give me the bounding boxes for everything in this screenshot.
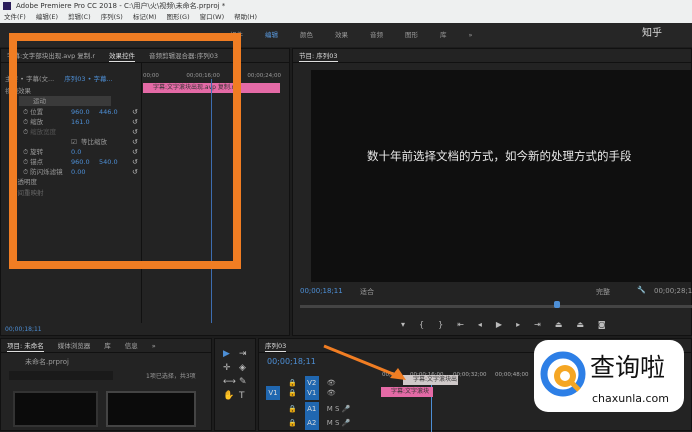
project-search-input[interactable] — [9, 371, 113, 380]
zhihu-watermark: 知乎 — [642, 28, 662, 39]
track-target-v1[interactable]: V1 — [304, 386, 319, 400]
premiere-logo-icon — [3, 2, 11, 10]
arrow-annotation — [323, 344, 406, 380]
ruler-tick: 00;00;32;00 — [453, 372, 487, 378]
tab-media-browser[interactable]: 媒体浏览器 — [58, 339, 91, 352]
highlight-annotation — [9, 33, 241, 269]
marker-icon[interactable]: ▾ — [401, 320, 405, 329]
project-filename: 未命名.prproj — [25, 358, 69, 366]
tab-sequence[interactable]: 序列03 — [265, 339, 287, 352]
step-back-icon[interactable]: ◂ — [478, 320, 482, 329]
play-icon[interactable]: ▶ — [496, 320, 502, 329]
menu-file[interactable]: 文件(F) — [4, 12, 26, 23]
project-panel: 项目: 未命名 媒体浏览器库 信息 » 未命名.prproj 1项已选择，共3项 — [0, 338, 212, 431]
wrench-icon[interactable]: 🔧 — [637, 286, 646, 294]
window-title: Adobe Premiere Pro CC 2018 - C:\用户\火\视频\… — [16, 2, 226, 10]
timeline-clip-v2[interactable]: 字幕:文字滚块出现 — [403, 375, 458, 393]
hand-icon[interactable]: ✋ — [223, 391, 234, 401]
workspace-editing[interactable]: 编辑 — [265, 23, 278, 47]
tab-program[interactable]: 节目: 序列03 — [299, 49, 338, 62]
selection-count: 1项已选择，共3项 — [146, 373, 196, 380]
program-scrubber[interactable] — [300, 305, 692, 308]
selection-tool-icon[interactable]: ▶ — [223, 349, 230, 359]
menu-graphics[interactable]: 图形(G) — [167, 12, 190, 23]
mark-out-icon[interactable]: } — [438, 320, 443, 329]
step-forward-icon[interactable]: ▸ — [516, 320, 520, 329]
menu-window[interactable]: 窗口(W) — [200, 12, 225, 23]
timeline-timecode[interactable]: 00;00;18;11 — [267, 357, 316, 366]
mark-in-icon[interactable]: { — [419, 320, 424, 329]
ruler-tick: 00;00;24;00 — [247, 73, 281, 79]
quality-select[interactable]: 完整 — [596, 287, 610, 297]
watermark-name: 查询啦 — [590, 353, 666, 382]
tools-panel: ▶ ⇥ ✛ ◈ ⟷ ✎ ✋ T — [214, 338, 256, 431]
workspace-graphics[interactable]: 图形 — [405, 23, 418, 47]
menu-edit[interactable]: 编辑(E) — [36, 12, 58, 23]
video-subtitle: 数十年前选择文档的方式，如今新的处理方式的手段 — [367, 149, 632, 163]
watermark-url: chaxunla.com — [592, 392, 669, 405]
slip-icon[interactable]: ⟷ — [223, 377, 236, 387]
effect-timecode[interactable]: 00;00;18;11 — [5, 326, 42, 333]
workspace-color[interactable]: 颜色 — [300, 23, 313, 47]
track-select-icon[interactable]: ⇥ — [239, 349, 247, 359]
camera-icon[interactable]: ◙ — [598, 320, 606, 329]
menu-clip[interactable]: 剪辑(C) — [68, 12, 91, 23]
media-thumbnail[interactable] — [106, 391, 196, 427]
menu-bar: 文件(F) 编辑(E) 剪辑(C) 序列(S) 标记(M) 图形(G) 窗口(W) 帮助(H) — [0, 12, 692, 23]
menu-help[interactable]: 帮助(H) — [234, 12, 257, 23]
program-duration: 00;00;28;1 — [654, 287, 692, 295]
workspace-libraries[interactable]: 库 — [440, 23, 447, 47]
tab-libraries[interactable]: 库 — [104, 339, 111, 352]
workspace-audio[interactable]: 音频 — [370, 23, 383, 47]
title-bar: Adobe Premiere Pro CC 2018 - C:\用户\火\视频\… — [0, 0, 692, 12]
menu-markers[interactable]: 标记(M) — [133, 12, 157, 23]
workspace-more[interactable]: » — [469, 23, 473, 47]
razor-icon[interactable]: ◈ — [239, 363, 246, 373]
program-timecode[interactable]: 00;00;18;11 — [300, 287, 343, 295]
extract-icon[interactable]: ⏏ — [576, 320, 584, 329]
zoom-select[interactable]: 适合 — [360, 287, 374, 297]
chaxunla-logo-icon — [540, 351, 586, 397]
menu-sequence[interactable]: 序列(S) — [101, 12, 123, 23]
timeline-clip-v1[interactable]: 字幕:文字滚块 — [381, 387, 433, 397]
video-preview — [311, 70, 692, 282]
lift-icon[interactable]: ⏏ — [555, 320, 563, 329]
tab-more[interactable]: » — [152, 339, 156, 352]
program-playhead[interactable] — [554, 301, 560, 308]
track-target-a2[interactable]: A2 — [304, 416, 319, 430]
tab-info[interactable]: 信息 — [125, 339, 138, 352]
type-tool-icon[interactable]: T — [239, 391, 245, 401]
tab-project[interactable]: 项目: 未命名 — [7, 339, 44, 352]
track-a2: 🔒 A2 M S 🎤 — [258, 414, 378, 432]
ruler-tick: 00;00;48;00 — [495, 372, 529, 378]
chaxunla-watermark: 查询啦 chaxunla.com — [534, 340, 684, 412]
pen-icon[interactable]: ✎ — [239, 377, 247, 387]
source-patch-v1[interactable]: V1 — [266, 386, 280, 400]
go-to-out-icon[interactable]: ⇥ — [534, 320, 541, 329]
go-to-in-icon[interactable]: ⇤ — [457, 320, 464, 329]
workspace-effects[interactable]: 效果 — [335, 23, 348, 47]
ripple-edit-icon[interactable]: ✛ — [223, 363, 231, 373]
media-thumbnail[interactable] — [13, 391, 98, 427]
